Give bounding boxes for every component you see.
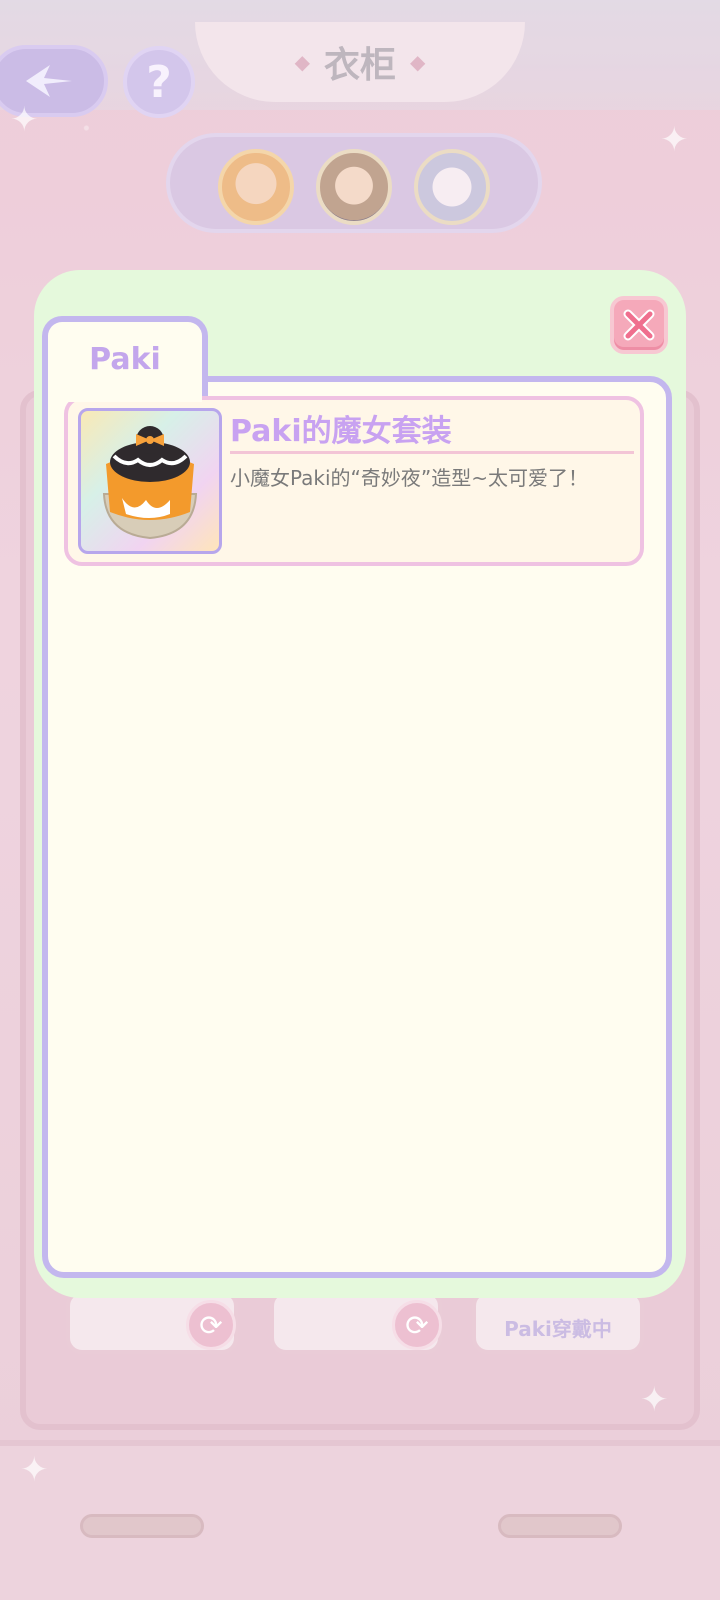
- outfit-name: Paki的魔女套装: [230, 414, 634, 454]
- close-icon: [623, 309, 655, 341]
- tab-label: Paki: [89, 341, 161, 377]
- outfit-description: 小魔女Paki的“奇妙夜”造型~太可爱了！: [230, 466, 589, 490]
- outfit-item-card[interactable]: Paki的魔女套装 小魔女Paki的“奇妙夜”造型~太可爱了！: [64, 396, 644, 566]
- outfit-dialog: Paki Paki的魔女套装 小魔女Paki的“奇妙夜”造型~太可爱了！: [34, 270, 686, 1298]
- close-button[interactable]: [610, 296, 668, 354]
- witch-outfit-icon: [102, 426, 198, 540]
- tab-joint: [48, 388, 202, 402]
- outfit-list-panel: Paki的魔女套装 小魔女Paki的“奇妙夜”造型~太可爱了！: [42, 376, 672, 1278]
- outfit-thumbnail: [78, 408, 222, 554]
- tab-paki[interactable]: Paki: [42, 316, 208, 396]
